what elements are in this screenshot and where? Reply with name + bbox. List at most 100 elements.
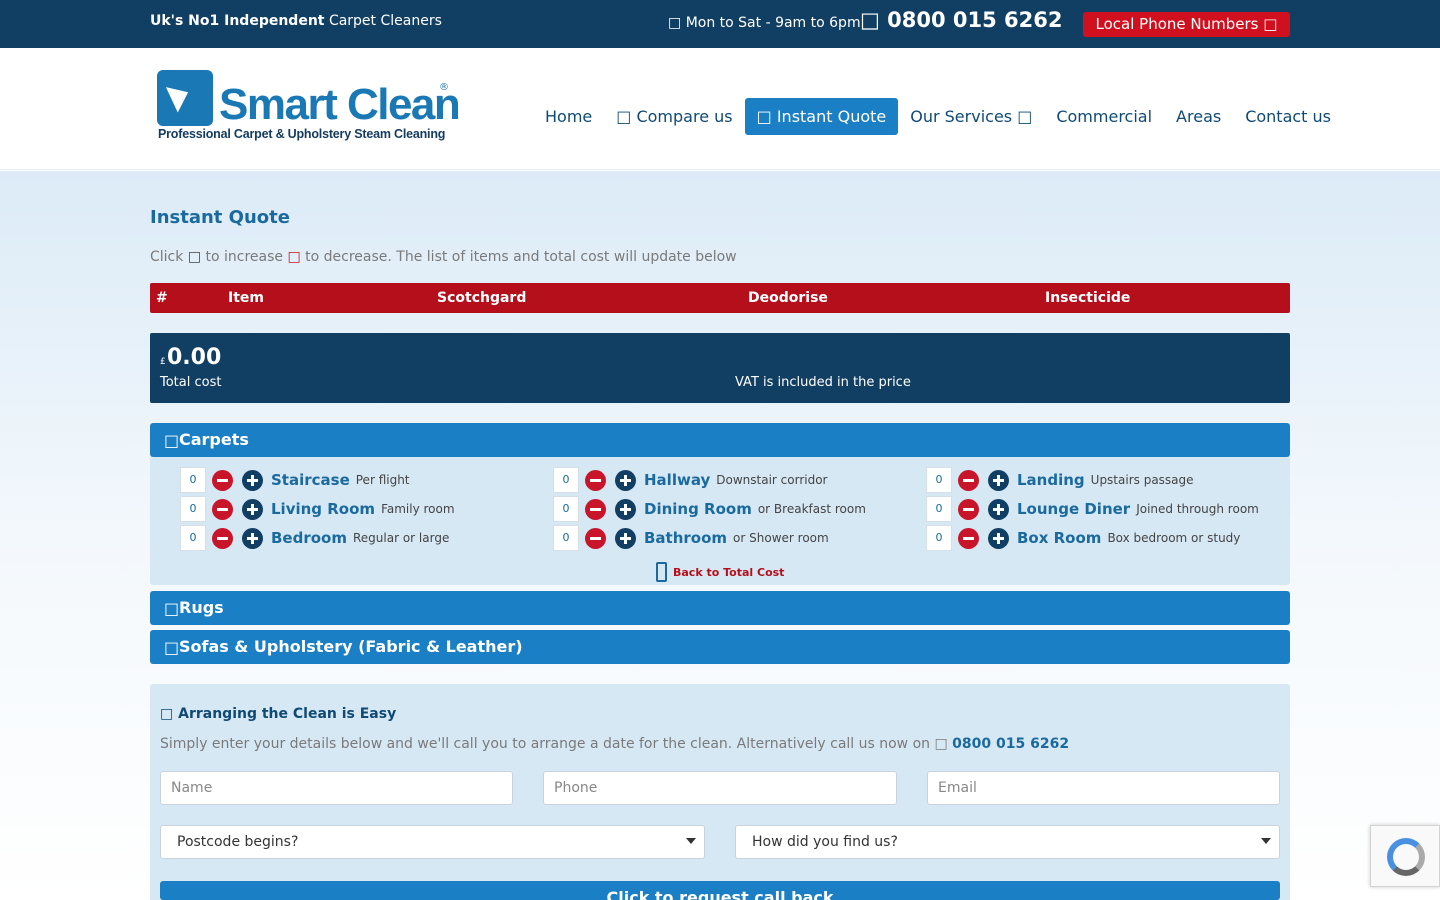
local-phone-numbers-button[interactable]: Local Phone Numbers □ [1083,12,1290,37]
currency-symbol: £ [160,357,166,367]
room-name: Lounge Diner [1017,500,1131,518]
instructions-click: Click [150,249,184,265]
room-row: 0 Staircase Per flight [180,467,410,493]
accordion-carpets[interactable]: □ Carpets [150,423,1290,457]
quote-instructions: Click □ to increase □ to decrease. The l… [150,249,737,265]
items-table-header: # Item Scotchgard Deodorise Insecticide [150,283,1290,313]
nav-our-services-label: Our Services [910,107,1013,126]
increase-button[interactable] [242,498,263,520]
quantity-field[interactable]: 0 [926,525,952,551]
room-row: 0 Lounge Diner Joined through room [926,496,1259,522]
total-amount: 0.00 [167,345,222,370]
email-field[interactable]: Email [927,771,1280,805]
column-number: # [156,290,168,306]
room-description: Box bedroom or study [1107,531,1241,545]
callback-phone-link[interactable]: 0800 015 6262 [952,736,1069,752]
nav-instant-quote[interactable]: □ Instant Quote [744,98,899,135]
site-header: Smart Clean ® Professional Carpet & Upho… [0,48,1440,170]
increase-button[interactable] [242,469,263,491]
increase-button[interactable] [242,527,263,549]
room-description: or Breakfast room [757,502,866,516]
source-select-value: How did you find us? [752,834,898,850]
phone-field[interactable]: Phone [543,771,897,805]
increase-button[interactable] [615,527,636,549]
recaptcha-badge[interactable] [1370,825,1440,887]
postcode-select-value: Postcode begins? [177,834,299,850]
decrease-button[interactable] [212,498,233,520]
page-title: Instant Quote [150,207,290,228]
quantity-field[interactable]: 0 [553,496,579,522]
total-cost-box: £ 0.00 Total cost VAT is included in the… [150,333,1290,403]
decrease-button[interactable] [958,498,979,520]
accordion-rugs-label: Rugs [179,598,224,617]
nav-home[interactable]: Home [533,98,604,135]
top-bar: Uk's No1 Independent Carpet Cleaners □ M… [0,0,1440,48]
local-phone-numbers-label: Local Phone Numbers [1095,15,1259,33]
header-phone-number: 0800 015 6262 [887,8,1063,32]
room-description: Per flight [355,473,410,487]
column-deodorise: Deodorise [748,290,828,306]
decrease-button[interactable] [958,527,979,549]
quantity-field[interactable]: 0 [553,467,579,493]
header-phone-link[interactable]: □ 0800 015 6262 [860,8,1063,32]
back-to-total-link[interactable]: Back to Total Cost [656,562,784,582]
logo-subtitle: Professional Carpet & Upholstery Steam C… [158,127,446,141]
room-description: Downstair corridor [716,473,828,487]
hours-text: Mon to Sat - 9am to 6pm [685,15,861,31]
nav-commercial[interactable]: Commercial [1044,98,1164,135]
quantity-field[interactable]: 0 [926,467,952,493]
logo-name: Smart Clean [219,80,461,129]
callback-title-text: Arranging the Clean is Easy [178,706,397,722]
request-callback-button[interactable]: Click to request call back [160,881,1280,900]
room-description: or Shower room [733,531,829,545]
column-item: Item [228,290,264,306]
increase-button[interactable] [988,498,1009,520]
recaptcha-icon [1387,838,1425,876]
back-to-total-label: Back to Total Cost [673,565,785,579]
room-name: Box Room [1017,529,1102,547]
accordion-sofas[interactable]: □ Sofas & Upholstery (Fabric & Leather) [150,630,1290,664]
site-logo[interactable]: Smart Clean ® Professional Carpet & Upho… [157,70,461,146]
nav-our-services[interactable]: Our Services □ [898,98,1044,135]
clock-icon: □ [668,15,682,31]
name-field[interactable]: Name [160,771,513,805]
nav-contact[interactable]: Contact us [1233,98,1343,135]
increase-button[interactable] [988,469,1009,491]
decrease-button[interactable] [585,527,606,549]
total-label: Total cost [160,375,222,390]
compare-icon: □ [616,107,632,126]
nav-areas[interactable]: Areas [1164,98,1233,135]
phone-icon: □ [934,736,948,752]
increase-button[interactable] [988,527,1009,549]
room-name: Bathroom [644,529,728,547]
quantity-field[interactable]: 0 [553,525,579,551]
room-row: 0 Bathroom or Shower room [553,525,829,551]
increase-button[interactable] [615,498,636,520]
source-select[interactable]: How did you find us? [735,825,1280,859]
decrease-button[interactable] [212,469,233,491]
nav-instant-quote-label: Instant Quote [776,107,887,126]
quantity-field[interactable]: 0 [180,467,206,493]
room-row: 0 Hallway Downstair corridor [553,467,827,493]
nav-compare[interactable]: □ Compare us [604,98,744,135]
room-row: 0 Bedroom Regular or large [180,525,449,551]
calculator-icon: □ [756,107,772,126]
chevron-down-icon [1261,838,1271,844]
decrease-button[interactable] [585,469,606,491]
quantity-field[interactable]: 0 [180,525,206,551]
room-name: Landing [1017,471,1085,489]
decrease-button[interactable] [585,498,606,520]
quantity-field[interactable]: 0 [180,496,206,522]
room-name: Dining Room [644,500,752,518]
decrease-button[interactable] [212,527,233,549]
room-description: Upstairs passage [1090,473,1194,487]
main-content: Instant Quote Click □ to increase □ to d… [0,171,1440,900]
plus-icon: □ [187,249,202,265]
decrease-button[interactable] [958,469,979,491]
chevron-right-icon: □ [164,638,180,657]
quantity-field[interactable]: 0 [926,496,952,522]
increase-button[interactable] [615,469,636,491]
accordion-rugs[interactable]: □ Rugs [150,591,1290,625]
postcode-select[interactable]: Postcode begins? [160,825,705,859]
opening-hours: □ Mon to Sat - 9am to 6pm [668,15,861,31]
